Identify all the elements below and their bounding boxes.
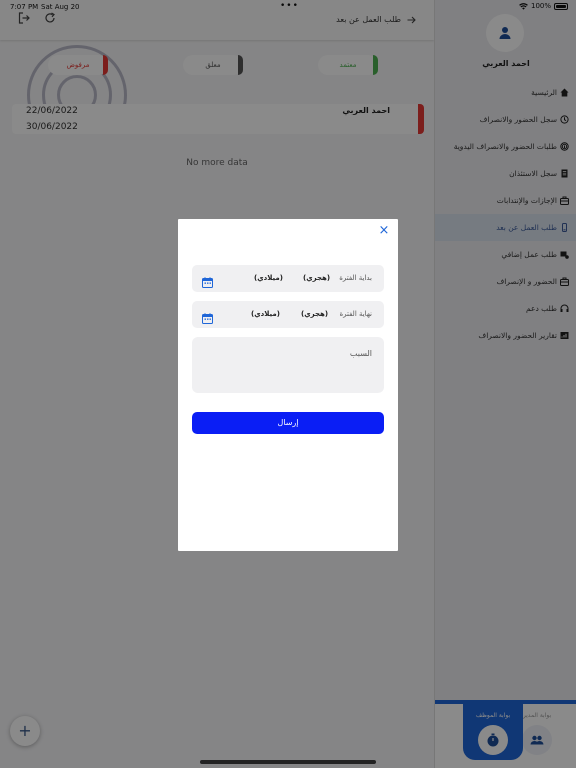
start-date-field[interactable]: بداية الفترة (هجري) (ميلادي): [192, 265, 384, 292]
end-date-label: نهاية الفترة: [339, 310, 373, 318]
close-icon[interactable]: ×: [378, 224, 390, 237]
start-date-label: بداية الفترة: [339, 274, 372, 282]
end-gregorian-value[interactable]: (ميلادي): [251, 310, 280, 318]
start-gregorian-value[interactable]: (ميلادي): [254, 274, 283, 282]
end-date-field[interactable]: نهاية الفترة (هجري) (ميلادي): [192, 301, 384, 328]
remote-work-request-dialog: × بداية الفترة (هجري) (ميلادي) نهاية الف…: [178, 219, 398, 551]
reason-input[interactable]: السبب: [192, 337, 384, 393]
calendar-icon[interactable]: [202, 273, 213, 288]
home-indicator[interactable]: [200, 760, 376, 764]
reason-placeholder: السبب: [349, 349, 372, 358]
submit-button[interactable]: إرسال: [192, 412, 384, 434]
end-hijri-value[interactable]: (هجري): [301, 310, 328, 318]
start-hijri-value[interactable]: (هجري): [303, 274, 330, 282]
calendar-icon[interactable]: [202, 309, 213, 324]
